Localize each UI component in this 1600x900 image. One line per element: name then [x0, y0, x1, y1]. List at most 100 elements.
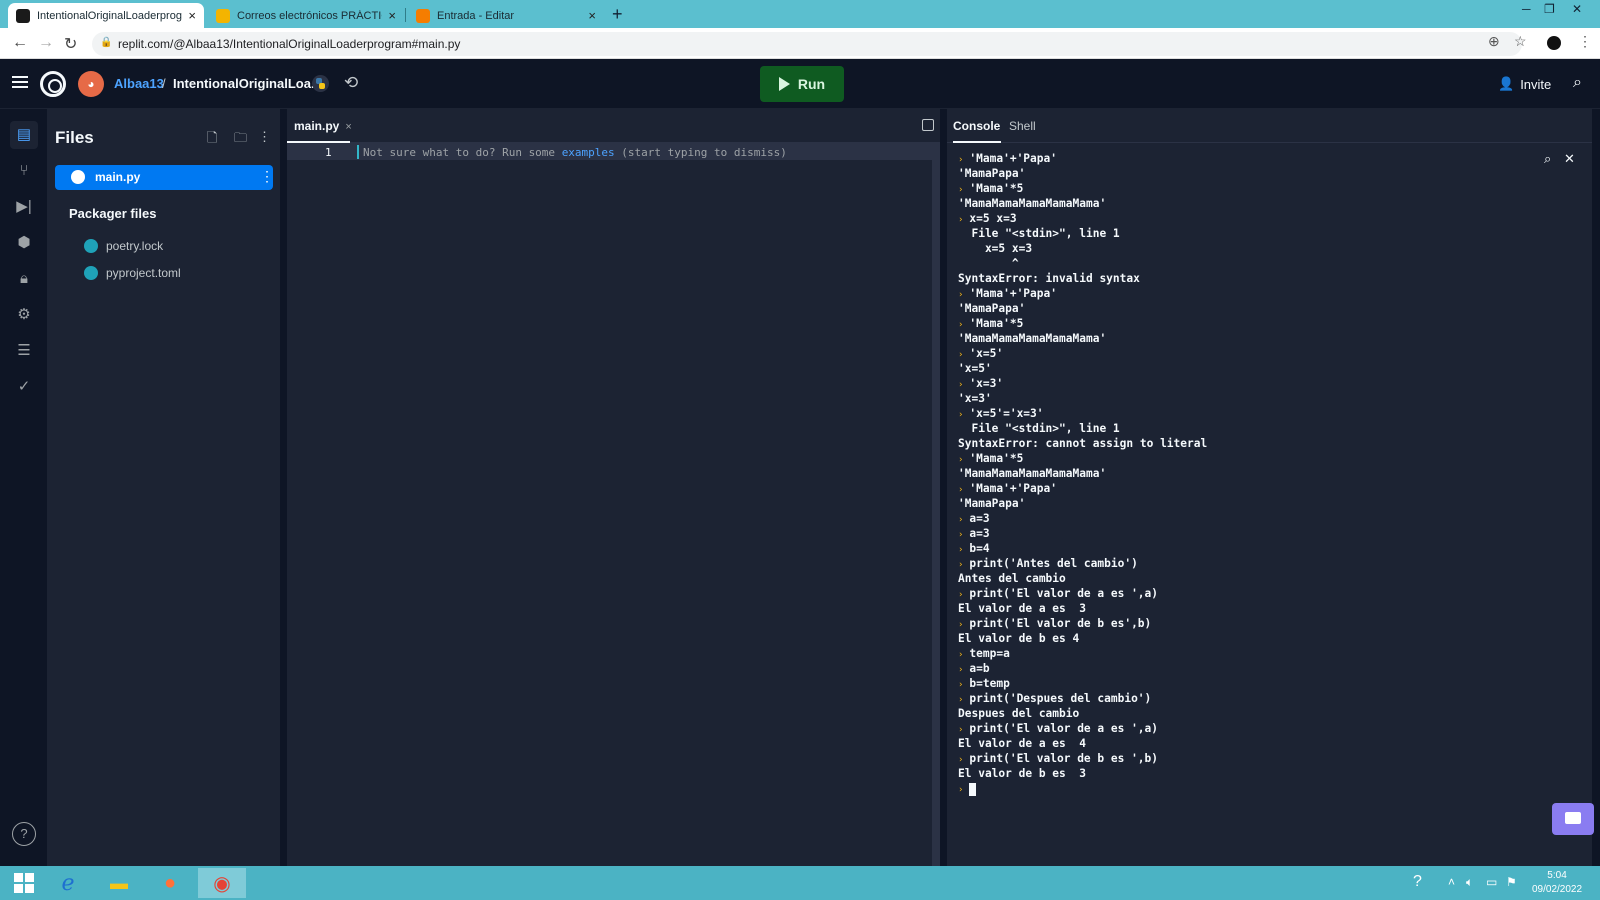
console-line: › a=3: [958, 511, 1518, 526]
close-tab-icon[interactable]: ×: [588, 8, 596, 23]
editor-scrollbar[interactable]: [932, 143, 940, 866]
secrets-icon[interactable]: 🔒︎: [10, 265, 38, 293]
console-line-text: 'Mama'+'Papa': [969, 152, 1057, 165]
url-field[interactable]: 🔒 replit.com/@Albaa13/IntentionalOrigina…: [92, 32, 1522, 56]
console-search-icon[interactable]: ⌕: [1544, 151, 1551, 167]
firefox-icon[interactable]: ●: [146, 868, 194, 898]
file-label: main.py: [95, 170, 141, 184]
file-options-icon[interactable]: ⋮: [260, 168, 274, 185]
examples-link[interactable]: examples: [562, 146, 615, 159]
settings-icon[interactable]: ⚙: [10, 301, 38, 329]
prompt-chevron-icon: ›: [958, 560, 964, 570]
network-icon[interactable]: ▭: [1486, 875, 1497, 889]
close-editor-tab-icon[interactable]: ×: [345, 121, 351, 133]
new-tab-button[interactable]: +: [612, 4, 623, 25]
browser-tab-replit[interactable]: IntentionalOriginalLoaderprogra ×: [8, 3, 204, 28]
debugger-icon[interactable]: ▶|: [10, 193, 38, 221]
user-avatar[interactable]: ◕: [78, 71, 104, 97]
console-line-text: 'Mama'+'Papa': [969, 482, 1057, 495]
console-output[interactable]: › 'Mama'+'Papa' 'MamaPapa' › 'Mama'*5 'MamaMa…: [958, 151, 1518, 796]
chrome-icon[interactable]: ◉: [198, 868, 246, 898]
browser-tab-blogger[interactable]: Entrada - Editar ×: [408, 3, 604, 28]
run-button[interactable]: Run: [760, 66, 844, 102]
panel-resize-handle[interactable]: [940, 109, 947, 866]
database-icon[interactable]: ☰: [10, 337, 38, 365]
console-line: 'MamaPapa': [958, 301, 1518, 316]
replit-logo-icon[interactable]: [40, 71, 66, 97]
console-line-text: 'x=3': [958, 392, 992, 405]
file-item-main-py[interactable]: main.py ⋮: [55, 165, 274, 190]
console-input-line[interactable]: ›: [958, 781, 1518, 796]
clear-console-icon[interactable]: ✕: [1564, 151, 1575, 167]
unit-tests-icon[interactable]: ✓: [10, 373, 38, 401]
console-line-text: 'Mama'*5: [969, 317, 1024, 330]
tab-console[interactable]: Console: [953, 119, 1000, 133]
browser-tab-gmail[interactable]: Correos electrónicos PRÁCTICAS ×: [208, 3, 404, 28]
console-line: 'x=5': [958, 361, 1518, 376]
install-app-icon[interactable]: ⊕: [1488, 33, 1500, 50]
file-explorer-icon[interactable]: ▬: [95, 868, 143, 898]
prompt-chevron-icon: ›: [958, 215, 964, 225]
bookmark-star-icon[interactable]: ☆: [1514, 33, 1527, 50]
console-line: › x=5 x=3: [958, 211, 1518, 226]
prompt-chevron-icon: ›: [958, 350, 964, 360]
new-folder-icon[interactable]: 🗀: [234, 129, 247, 151]
hamburger-menu-icon[interactable]: [12, 76, 28, 88]
volume-icon[interactable]: 🔈︎: [1466, 875, 1473, 890]
close-window-icon[interactable]: ✕: [1572, 2, 1582, 16]
replit-favicon-icon: [16, 8, 30, 23]
console-line: El valor de b es 4: [958, 631, 1518, 646]
minimize-icon[interactable]: ─: [1522, 2, 1531, 16]
prompt-chevron-icon: ›: [958, 590, 964, 600]
repl-name[interactable]: IntentionalOriginalLoa...: [173, 76, 322, 91]
files-menu-icon[interactable]: ⋮: [258, 129, 271, 145]
panel-resize-handle[interactable]: [280, 109, 287, 866]
text-caret: [357, 145, 359, 159]
console-line-text: print('El valor de a es ',a): [969, 587, 1159, 600]
packager-files-heading: Packager files: [69, 206, 157, 221]
prompt-chevron-icon: ›: [958, 530, 964, 540]
restore-icon[interactable]: ❐: [1544, 2, 1555, 16]
prompt-chevron-icon: ›: [958, 650, 964, 660]
prompt-chevron-icon: ›: [958, 680, 964, 690]
forward-icon[interactable]: →: [38, 34, 54, 52]
invite-button[interactable]: 👤 Invite: [1498, 70, 1562, 98]
profile-avatar[interactable]: [1547, 36, 1561, 50]
close-tab-icon[interactable]: ×: [388, 8, 396, 23]
editor-line[interactable]: 1 Not sure what to do? Run some examples…: [287, 143, 940, 160]
tab-shell[interactable]: Shell: [1009, 119, 1036, 133]
reload-icon[interactable]: ↻: [64, 34, 77, 54]
hint-text-end: (start typing to dismiss): [614, 146, 787, 159]
console-line: › b=4: [958, 541, 1518, 556]
prompt-chevron-icon: ›: [958, 485, 964, 495]
console-line: › 'x=3': [958, 376, 1518, 391]
browser-menu-icon[interactable]: ⋮: [1578, 33, 1592, 50]
help-tray-icon[interactable]: ?: [1413, 873, 1422, 891]
version-control-icon[interactable]: ⑂: [10, 157, 38, 185]
windows-start-icon[interactable]: [0, 868, 48, 898]
history-icon[interactable]: ⟲: [344, 73, 358, 93]
internet-explorer-icon[interactable]: ℯ: [44, 868, 92, 898]
python-language-icon[interactable]: [312, 75, 329, 92]
search-icon[interactable]: ⌕: [1573, 74, 1582, 92]
show-hidden-icons-icon[interactable]: ˄: [1448, 875, 1455, 889]
address-bar-row: ← → ↻ 🔒 replit.com/@Albaa13/IntentionalO…: [0, 28, 1600, 59]
browser-tab-bar: IntentionalOriginalLoaderprogra × Correo…: [0, 0, 1600, 28]
editor-hint: Not sure what to do? Run some examples (…: [363, 146, 787, 159]
back-icon[interactable]: ←: [12, 34, 28, 52]
editor-tab-main-py[interactable]: main.py ×: [294, 119, 352, 133]
flag-icon[interactable]: ⚑: [1506, 875, 1517, 889]
console-line-text: 'MamaMamaMamaMamaMama': [958, 467, 1107, 480]
layout-icon[interactable]: [922, 119, 934, 131]
help-button[interactable]: ?: [12, 822, 36, 846]
new-file-icon[interactable]: 🗋: [207, 129, 217, 151]
packages-icon[interactable]: ⬢: [10, 229, 38, 257]
system-clock[interactable]: 5:04 09/02/2022: [1532, 869, 1582, 897]
chat-icon[interactable]: [1552, 803, 1594, 835]
add-user-icon: 👤: [1498, 76, 1515, 91]
console-line-text: 'Mama'*5: [969, 182, 1024, 195]
console-line-text: b=temp: [969, 677, 1010, 690]
files-icon[interactable]: ▤: [10, 121, 38, 149]
close-tab-icon[interactable]: ×: [188, 8, 196, 23]
username-link[interactable]: Albaa13: [114, 76, 164, 91]
